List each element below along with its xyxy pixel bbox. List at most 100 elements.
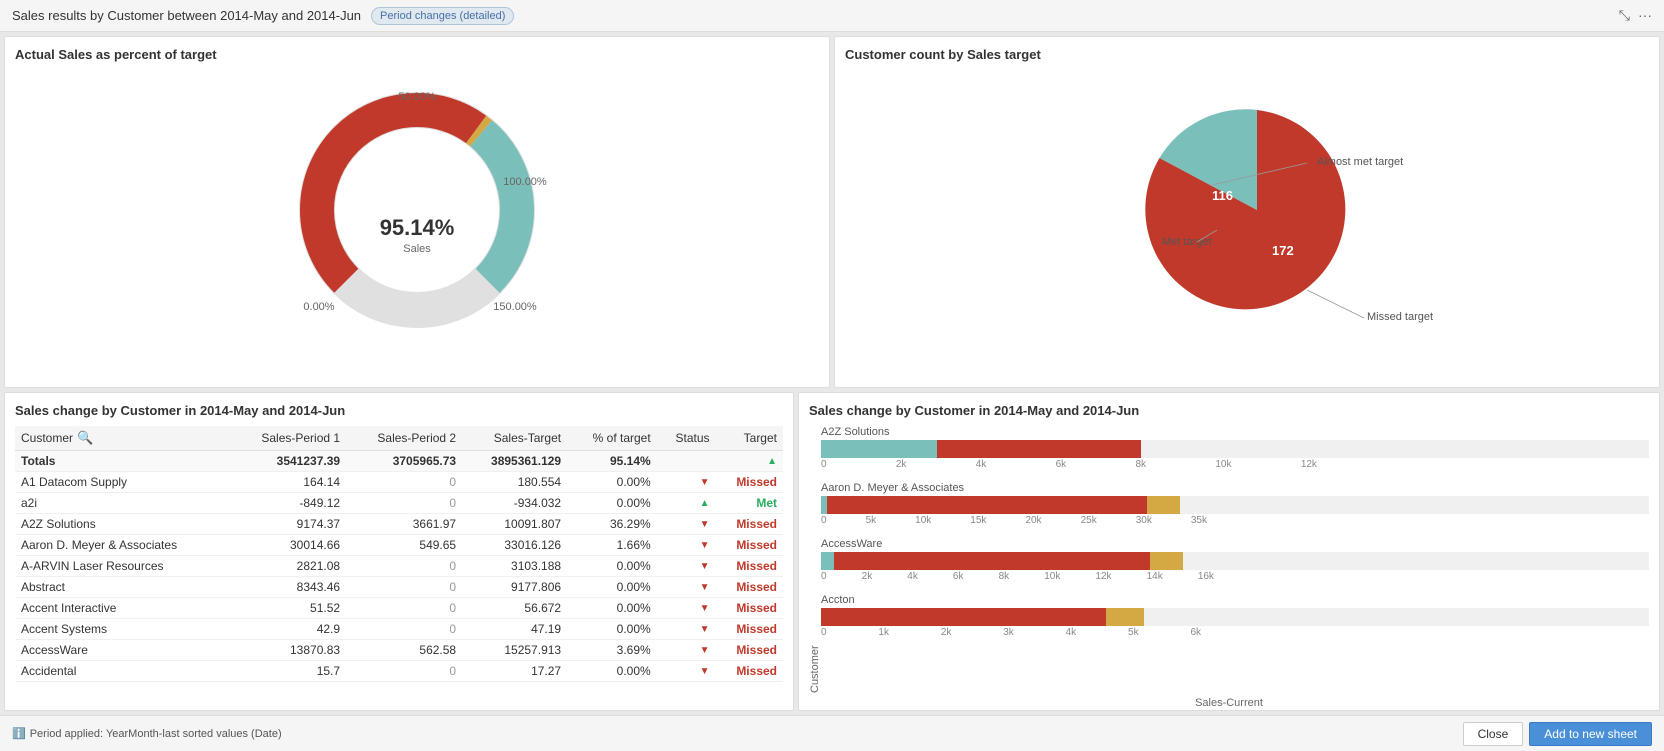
- bar-chart-content: A2Z Solutions 02k4k6k8k10k12k Aaron D. M…: [821, 426, 1649, 693]
- row-period1-0: 164.14: [230, 472, 346, 493]
- row-status-7: Missed: [716, 619, 783, 640]
- period-info: ℹ️ Period applied: YearMonth-last sorted…: [12, 727, 282, 740]
- row-pct-7: 0.00%: [567, 619, 657, 640]
- col-period2[interactable]: Sales-Period 2: [346, 426, 462, 451]
- bar-track-2: [821, 552, 1649, 570]
- row-period2-3: 549.65: [346, 535, 462, 556]
- col-period1[interactable]: Sales-Period 1: [230, 426, 346, 451]
- row-arrow-0: ▼: [657, 472, 716, 493]
- bar-axis-2: 02k4k6k8k10k12k14k16k: [821, 571, 1214, 582]
- table-row[interactable]: Accent Interactive 51.52 0 56.672 0.00% …: [15, 598, 783, 619]
- svg-text:95.14%: 95.14%: [380, 215, 455, 240]
- row-status-3: Missed: [716, 535, 783, 556]
- row-target-2: 10091.807: [462, 514, 567, 535]
- row-customer-3: Aaron D. Meyer & Associates: [15, 535, 230, 556]
- table-row[interactable]: A-ARVIN Laser Resources 2821.08 0 3103.1…: [15, 556, 783, 577]
- bar-label-0: A2Z Solutions: [821, 426, 1649, 438]
- bar-axis-1: 05k10k15k20k25k30k35k: [821, 515, 1207, 526]
- table-row[interactable]: Aaron D. Meyer & Associates 30014.66 549…: [15, 535, 783, 556]
- svg-text:100.00%: 100.00%: [503, 176, 547, 188]
- bar-teal-2: [821, 552, 834, 570]
- col-target-arrow[interactable]: Target: [716, 426, 783, 451]
- row-target-8: 15257.913: [462, 640, 567, 661]
- table-row[interactable]: A2Z Solutions 9174.37 3661.97 10091.807 …: [15, 514, 783, 535]
- row-status-0: Missed: [716, 472, 783, 493]
- row-period1-8: 13870.83: [230, 640, 346, 661]
- bar-gold-2: [1150, 552, 1183, 570]
- missed-value: 172: [1272, 243, 1294, 258]
- table-row[interactable]: AccessWare 13870.83 562.58 15257.913 3.6…: [15, 640, 783, 661]
- row-pct-9: 0.00%: [567, 661, 657, 682]
- table-row[interactable]: Abstract 8343.46 0 9177.806 0.00% ▼ Miss…: [15, 577, 783, 598]
- row-period1-9: 15.7: [230, 661, 346, 682]
- col-customer[interactable]: Customer 🔍: [15, 426, 230, 451]
- svg-text:150.00%: 150.00%: [493, 301, 537, 313]
- donut-chart-title: Actual Sales as percent of target: [15, 47, 819, 62]
- menu-icon[interactable]: ···: [1638, 7, 1652, 24]
- col-status[interactable]: Status: [657, 426, 716, 451]
- row-period2-4: 0: [346, 556, 462, 577]
- row-period2-8: 562.58: [346, 640, 462, 661]
- status-bar: ℹ️ Period applied: YearMonth-last sorted…: [0, 715, 1664, 751]
- bar-label-3: Accton: [821, 594, 1649, 606]
- table-panel-title: Sales change by Customer in 2014-May and…: [15, 403, 783, 418]
- row-status-5: Missed: [716, 577, 783, 598]
- bar-group: Aaron D. Meyer & Associates 05k10k15k20k…: [821, 482, 1649, 526]
- bar-chart-title: Sales change by Customer in 2014-May and…: [809, 403, 1649, 418]
- donut-container: 0.00% 50.00% 150.00% 100.00% 95.14% Sale…: [15, 70, 819, 350]
- info-icon: ℹ️: [12, 727, 26, 740]
- table-panel: Sales change by Customer in 2014-May and…: [4, 392, 794, 711]
- bar-gold-3: [1106, 608, 1144, 626]
- close-button[interactable]: Close: [1463, 722, 1524, 746]
- row-period2-9: 0: [346, 661, 462, 682]
- bar-axis-0: 02k4k6k8k10k12k: [821, 459, 1317, 470]
- row-arrow-8: ▼: [657, 640, 716, 661]
- bottom-row: Sales change by Customer in 2014-May and…: [0, 392, 1664, 715]
- search-icon[interactable]: 🔍: [77, 430, 93, 446]
- bar-red-2: [834, 552, 1150, 570]
- row-arrow-3: ▼: [657, 535, 716, 556]
- row-pct-4: 0.00%: [567, 556, 657, 577]
- col-target[interactable]: Sales-Target: [462, 426, 567, 451]
- table-row[interactable]: Accidental 15.7 0 17.27 0.00% ▼ Missed: [15, 661, 783, 682]
- row-customer-1: a2i: [15, 493, 230, 514]
- bar-red-0: [937, 440, 1141, 458]
- y-axis-label: Customer: [809, 426, 821, 693]
- row-customer-4: A-ARVIN Laser Resources: [15, 556, 230, 577]
- donut-chart-panel: Actual Sales as percent of target: [4, 36, 830, 388]
- bar-track-3: [821, 608, 1649, 626]
- row-arrow-7: ▼: [657, 619, 716, 640]
- row-pct-2: 36.29%: [567, 514, 657, 535]
- pie-container: Almost met target Met target Missed targ…: [845, 70, 1649, 350]
- totals-period2: 3705965.73: [346, 451, 462, 472]
- pie-chart-panel: Customer count by Sales target: [834, 36, 1660, 388]
- col-pct[interactable]: % of target: [567, 426, 657, 451]
- minimize-icon[interactable]: ⤡: [1619, 7, 1630, 24]
- row-target-4: 3103.188: [462, 556, 567, 577]
- table-row[interactable]: a2i -849.12 0 -934.032 0.00% ▲ Met: [15, 493, 783, 514]
- period-badge[interactable]: Period changes (detailed): [371, 7, 514, 25]
- row-period2-1: 0: [346, 493, 462, 514]
- x-axis-label: Sales-Current: [809, 697, 1649, 709]
- page-title: Sales results by Customer between 2014-M…: [12, 8, 361, 23]
- row-period2-7: 0: [346, 619, 462, 640]
- table-scroll[interactable]: Customer 🔍 Sales-Period 1 Sales-Period 2…: [15, 426, 783, 700]
- row-customer-8: AccessWare: [15, 640, 230, 661]
- row-target-3: 33016.126: [462, 535, 567, 556]
- totals-status: [657, 451, 716, 472]
- table-row[interactable]: A1 Datacom Supply 164.14 0 180.554 0.00%…: [15, 472, 783, 493]
- table-row[interactable]: Accent Systems 42.9 0 47.19 0.00% ▼ Miss…: [15, 619, 783, 640]
- row-status-8: Missed: [716, 640, 783, 661]
- bottom-buttons: Close Add to new sheet: [1463, 722, 1652, 746]
- bar-group: Accton 01k2k3k4k5k6k: [821, 594, 1649, 638]
- row-period1-2: 9174.37: [230, 514, 346, 535]
- row-pct-8: 3.69%: [567, 640, 657, 661]
- row-customer-0: A1 Datacom Supply: [15, 472, 230, 493]
- row-status-1: Met: [716, 493, 783, 514]
- totals-target: 3895361.129: [462, 451, 567, 472]
- svg-text:Sales: Sales: [403, 243, 431, 255]
- add-to-new-sheet-button[interactable]: Add to new sheet: [1529, 722, 1652, 746]
- bar-label-1: Aaron D. Meyer & Associates: [821, 482, 1649, 494]
- top-bar-icons: ⤡ ···: [1619, 7, 1652, 24]
- row-period1-3: 30014.66: [230, 535, 346, 556]
